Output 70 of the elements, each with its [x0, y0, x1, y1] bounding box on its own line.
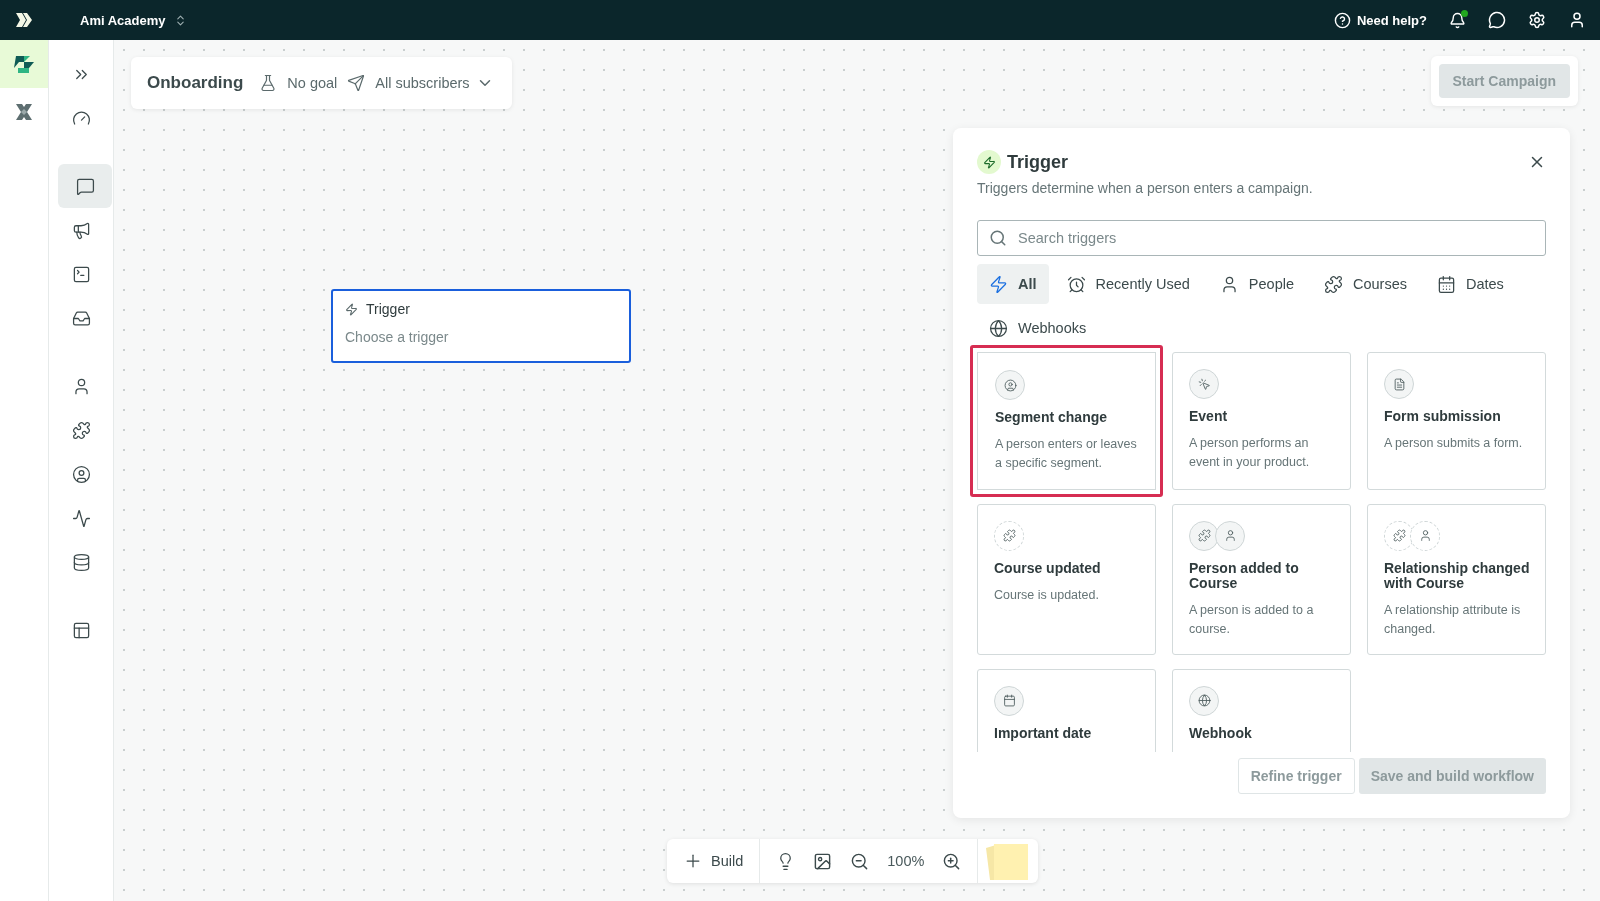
- node-subtitle: Choose a trigger: [345, 329, 450, 345]
- audience-dropdown[interactable]: All subscribers: [375, 74, 494, 92]
- terminal-icon: [71, 264, 91, 284]
- user-circle-icon: [71, 464, 91, 484]
- card-description: Course is updated.: [994, 587, 1099, 605]
- card-description: A relationship attribute is changed.: [1384, 602, 1522, 638]
- card-description: A person submits a form.: [1384, 435, 1523, 453]
- help-icon: [1333, 11, 1351, 29]
- logo-icon[interactable]: [14, 10, 34, 30]
- trigger-card[interactable]: Important date: [977, 668, 1156, 752]
- card-description: A person performs an event in your product.: [1189, 435, 1311, 471]
- card-title: Form submission: [1384, 409, 1501, 425]
- puzzle-icon: [1324, 274, 1343, 294]
- filter-tab[interactable]: All: [977, 264, 1049, 304]
- table-layout-icon: [71, 620, 91, 640]
- card-title: Event: [1189, 409, 1228, 425]
- cubes-icon: [12, 54, 36, 74]
- trigger-card[interactable]: Event A person performs an event in your product.: [1172, 352, 1351, 490]
- alarm-clock-icon: [1066, 274, 1086, 294]
- lightning-icon: [345, 302, 358, 316]
- filter-tab[interactable]: People: [1207, 264, 1306, 304]
- app-switch-item[interactable]: [0, 40, 48, 88]
- account-button[interactable]: [1568, 11, 1586, 29]
- card-title: Relationship changed with Course: [1384, 560, 1531, 592]
- search-field[interactable]: Search triggers: [977, 220, 1546, 256]
- image-button[interactable]: [813, 851, 833, 871]
- zoom-in-button[interactable]: [942, 851, 962, 871]
- send-icon: [347, 74, 366, 92]
- campaign-name: Onboarding: [147, 73, 244, 93]
- trigger-card[interactable]: Segment change A person enters or leaves a specific segment.: [970, 345, 1163, 497]
- globe-icon: [989, 318, 1008, 338]
- pulse-icon: [71, 508, 91, 528]
- card-description: A person is added to a course.: [1189, 602, 1315, 638]
- trigger-card[interactable]: Person added to Course A person is added to a course.: [1172, 503, 1351, 655]
- panel-title: Trigger: [1007, 151, 1068, 173]
- card-title: Webhook: [1189, 725, 1252, 742]
- calendar-icon: [1437, 274, 1456, 294]
- card-description: A person enters or leaves a specific segment.: [995, 436, 1138, 472]
- filter-tab[interactable]: Dates: [1425, 264, 1516, 304]
- settings-button[interactable]: [1528, 11, 1546, 29]
- zoom-level: 100%: [887, 853, 925, 869]
- card-title: Person added to Course: [1189, 560, 1300, 592]
- nav-item[interactable]: [58, 164, 112, 208]
- trigger-node[interactable]: Trigger Choose a trigger: [331, 289, 631, 363]
- trigger-card[interactable]: Form submission A person submits a form.: [1367, 352, 1546, 490]
- card-title: Segment change: [995, 410, 1108, 426]
- workspace-switcher[interactable]: Ami Academy: [80, 12, 187, 28]
- panel-description: Triggers determine when a person enters a campaign.: [977, 180, 1314, 196]
- zoom-out-button[interactable]: [850, 851, 870, 871]
- card-title: Course updated: [994, 560, 1101, 577]
- trigger-card[interactable]: Relationship changed with Course A relationship attribute is changed.: [1367, 503, 1546, 655]
- lightning-badge-icon: [977, 150, 1001, 174]
- filter-tab[interactable]: Webhooks: [977, 308, 1099, 348]
- puzzle-icon: [71, 420, 91, 440]
- card-title: Important date: [994, 725, 1092, 742]
- chat-button[interactable]: [1488, 11, 1506, 29]
- megaphone-icon: [71, 220, 91, 240]
- node-title: Trigger: [366, 301, 410, 317]
- goal-label: No goal: [287, 75, 338, 91]
- database-icon: [71, 552, 91, 572]
- x-shape-icon: [14, 102, 34, 122]
- trigger-card[interactable]: Course updated Course is updated.: [977, 503, 1156, 655]
- flask-icon: [259, 74, 278, 92]
- lightning-icon: [989, 274, 1008, 294]
- notifications-button[interactable]: [1449, 11, 1466, 29]
- build-button[interactable]: Build: [683, 851, 744, 871]
- filter-tab[interactable]: Courses: [1312, 264, 1419, 304]
- help-link[interactable]: Need help?: [1333, 11, 1427, 29]
- filter-tab[interactable]: Recently Used: [1054, 264, 1202, 304]
- trigger-card[interactable]: Webhook: [1172, 668, 1351, 752]
